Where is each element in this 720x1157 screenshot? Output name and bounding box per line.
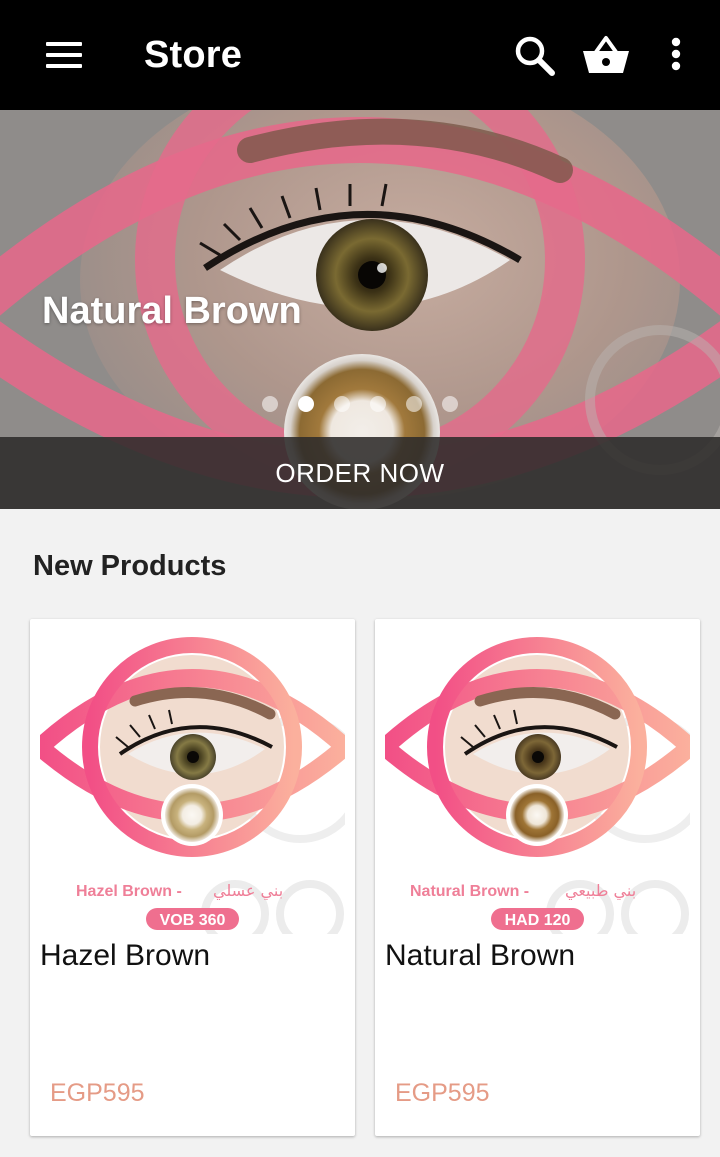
product-image: Natural Brown - بني طبيعي HAD 120: [385, 629, 690, 934]
carousel-dot[interactable]: [442, 396, 458, 412]
carousel-dot-active[interactable]: [298, 396, 314, 412]
more-vert-icon[interactable]: [650, 28, 706, 84]
carousel-dot[interactable]: [370, 396, 386, 412]
image-caption-en: Natural Brown -: [410, 883, 529, 900]
app-bar: Store: [0, 0, 720, 110]
image-caption-ar: بني عسلي: [213, 881, 283, 901]
image-caption-en: Hazel Brown -: [76, 883, 182, 900]
image-caption-ar: بني طبيعي: [565, 881, 636, 901]
carousel-dot[interactable]: [262, 396, 278, 412]
basket-icon[interactable]: [578, 28, 634, 84]
product-name: Natural Brown: [385, 939, 576, 972]
page-title: Store: [144, 34, 243, 76]
hero-slide-title: Natural Brown: [42, 290, 302, 332]
product-name: Hazel Brown: [40, 939, 211, 972]
search-icon[interactable]: [506, 28, 562, 84]
image-code: HAD 120: [505, 912, 571, 929]
product-image: Hazel Brown - بني عسلي VOB 360: [40, 629, 345, 934]
menu-icon[interactable]: [40, 35, 88, 75]
carousel-dot[interactable]: [334, 396, 350, 412]
product-card[interactable]: Natural Brown - بني طبيعي HAD 120 Natura…: [375, 619, 700, 1136]
carousel-dot[interactable]: [406, 396, 422, 412]
product-price: EGP595: [395, 1079, 490, 1107]
section-heading: New Products: [33, 550, 227, 582]
image-code: VOB 360: [160, 912, 226, 929]
hero-banner[interactable]: Natural Brown ORDER NOW: [0, 110, 720, 509]
product-price: EGP595: [50, 1079, 145, 1107]
product-card[interactable]: Hazel Brown - بني عسلي VOB 360 Hazel Bro…: [30, 619, 355, 1136]
order-now-button[interactable]: ORDER NOW: [0, 437, 720, 509]
